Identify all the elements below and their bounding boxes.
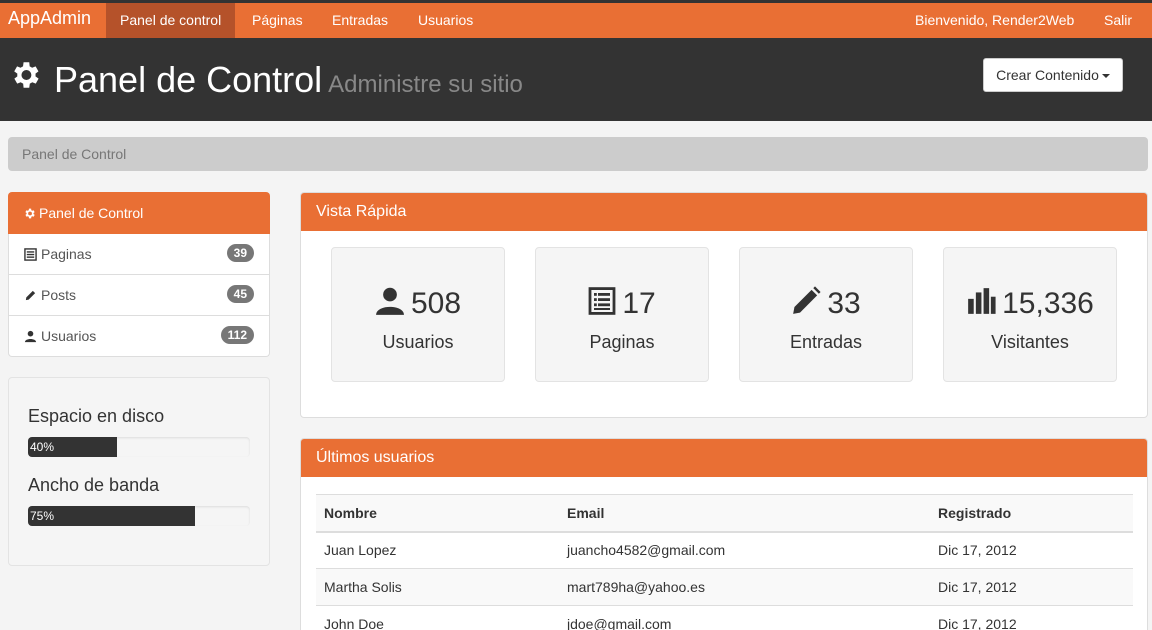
stat-card-posts: 33 Entradas [739,247,913,382]
count-badge: 112 [220,326,254,344]
nav-link-users[interactable]: Usuarios [404,3,487,38]
column-header: Email [559,494,930,533]
caret-down-icon [1101,74,1110,79]
stat-card-visitors: 15,336 Visitantes [943,247,1117,382]
stat-value: 17 [622,287,656,320]
page-header: Panel de Control Administre su sitio Crea… [0,38,1152,121]
gear-icon [14,62,39,88]
pencil-icon [25,290,36,301]
breadcrumb: Panel de Control [8,137,1148,171]
stat-value: 15,336 [1002,287,1094,320]
panel-title: Últimos usuarios [301,439,1147,477]
table-row: John Doe jdoe@gmail.com Dic 17, 2012 [316,605,1133,630]
table-cell: juancho4582@gmail.com [559,531,930,569]
disk-space-label: Espacio en disco [28,406,165,426]
table-row: Juan Lopez juancho4582@gmail.com Dic 17,… [316,531,1133,569]
column-header: Registrado [930,494,1133,533]
bandwidth-progress: 75% [28,506,250,526]
gear-icon [25,208,35,219]
sidebar-item-posts[interactable]: Posts 45 [8,275,270,316]
sidebar-item-users[interactable]: Usuarios 112 [8,316,270,357]
stat-label: Entradas [789,332,863,352]
table-cell: Dic 17, 2012 [930,605,1133,630]
stat-card-pages: 17 Paginas [535,247,709,382]
stat-value: 508 [410,287,462,320]
users-table: Nombre Email Registrado Juan Lopez juanc… [316,494,1133,630]
bandwidth-label: Ancho de banda [28,475,160,495]
table-cell: jdoe@gmail.com [559,605,930,630]
table-cell: Dic 17, 2012 [930,568,1133,606]
usage-panel: Espacio en disco 40% Ancho de banda 75% [8,377,270,566]
user-icon [376,287,404,315]
list-icon [588,287,616,315]
stat-label: Paginas [589,332,655,352]
disk-space-progress: 40% [28,437,250,457]
latest-users-panel: Últimos usuarios Nombre Email Registrado… [300,438,1148,630]
page-title: Panel de Control Administre su sitio [54,59,523,100]
progress-bar: 75% [28,506,195,526]
sidebar-item-label: Paginas [41,246,92,262]
list-icon [24,248,37,261]
brand-logo[interactable]: AppAdmin [8,8,91,29]
column-header: Nombre [316,494,559,533]
table-cell: mart789ha@yahoo.es [559,568,930,606]
user-icon [24,330,37,343]
welcome-link[interactable]: Bienvenido, Render2Web [901,3,1088,38]
sidebar-item-pages[interactable]: Paginas 39 [8,234,270,275]
table-cell: Martha Solis [316,568,559,606]
count-badge: 45 [226,285,254,303]
table-cell: Juan Lopez [316,531,559,569]
table-cell: John Doe [316,605,559,630]
sidebar-menu: Panel de Control Paginas 39 Posts 45 Usu… [8,192,270,357]
pencil-icon [793,286,821,314]
sidebar-item-dashboard[interactable]: Panel de Control [8,192,270,234]
create-content-button[interactable]: Crear Contenido [983,58,1123,92]
panel-title: Vista Rápida [301,193,1147,231]
table-cell: Dic 17, 2012 [930,531,1133,569]
stat-label: Visitantes [991,332,1069,352]
sidebar-item-label: Posts [41,287,77,303]
logout-link[interactable]: Salir [1090,3,1146,38]
stat-label: Usuarios [382,332,454,352]
table-row: Martha Solis mart789ha@yahoo.es Dic 17, … [316,568,1133,606]
top-navbar: AppAdmin Panel de control Páginas Entrad… [0,0,1152,38]
stat-card-users: 508 Usuarios [331,247,505,382]
page-subtitle: Administre su sitio [328,71,523,98]
overview-panel: Vista Rápida 508 Usuarios 17 Paginas 33 … [300,192,1148,418]
count-badge: 39 [226,244,254,262]
table-header-row: Nombre Email Registrado [316,494,1133,533]
stat-value: 33 [827,287,861,320]
bar-chart-icon [968,288,996,314]
progress-bar: 40% [28,437,117,457]
sidebar-item-label: Usuarios [41,328,97,344]
nav-link-pages[interactable]: Páginas [238,3,317,38]
nav-link-dashboard[interactable]: Panel de control [106,3,236,38]
nav-link-posts[interactable]: Entradas [318,3,402,38]
